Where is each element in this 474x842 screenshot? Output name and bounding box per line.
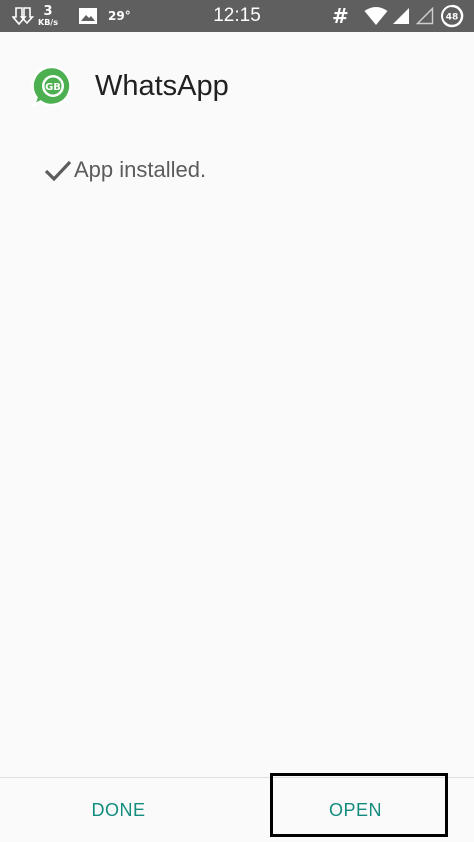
open-button[interactable]: OPEN	[237, 778, 474, 842]
checkmark-icon	[44, 160, 72, 182]
battery-icon: 48	[440, 0, 464, 32]
install-status: App installed.	[44, 152, 206, 188]
install-message: App installed.	[74, 157, 207, 182]
app-icon-text: GB	[45, 82, 61, 93]
battery-level: 48	[446, 13, 459, 23]
temperature: 29°	[108, 9, 131, 23]
wifi-icon	[364, 0, 388, 32]
whatsapp-icon: GB	[30, 64, 76, 110]
network-speed: 3 KB/s	[38, 0, 58, 32]
download-icon	[12, 0, 34, 32]
signal-empty-icon	[416, 0, 434, 32]
signal-icon	[392, 0, 410, 32]
hash-icon: #	[332, 4, 349, 28]
network-speed-unit: KB/s	[38, 18, 58, 27]
status-bar: 3 KB/s 29° 12:15 # 48	[0, 0, 474, 32]
done-button[interactable]: DONE	[0, 778, 237, 842]
app-name: WhatsApp	[95, 70, 229, 102]
app-installer-screen: 3 KB/s 29° 12:15 # 48 GB WhatsApp App in…	[0, 0, 474, 842]
network-speed-value: 3	[43, 4, 53, 19]
image-icon	[78, 0, 98, 32]
